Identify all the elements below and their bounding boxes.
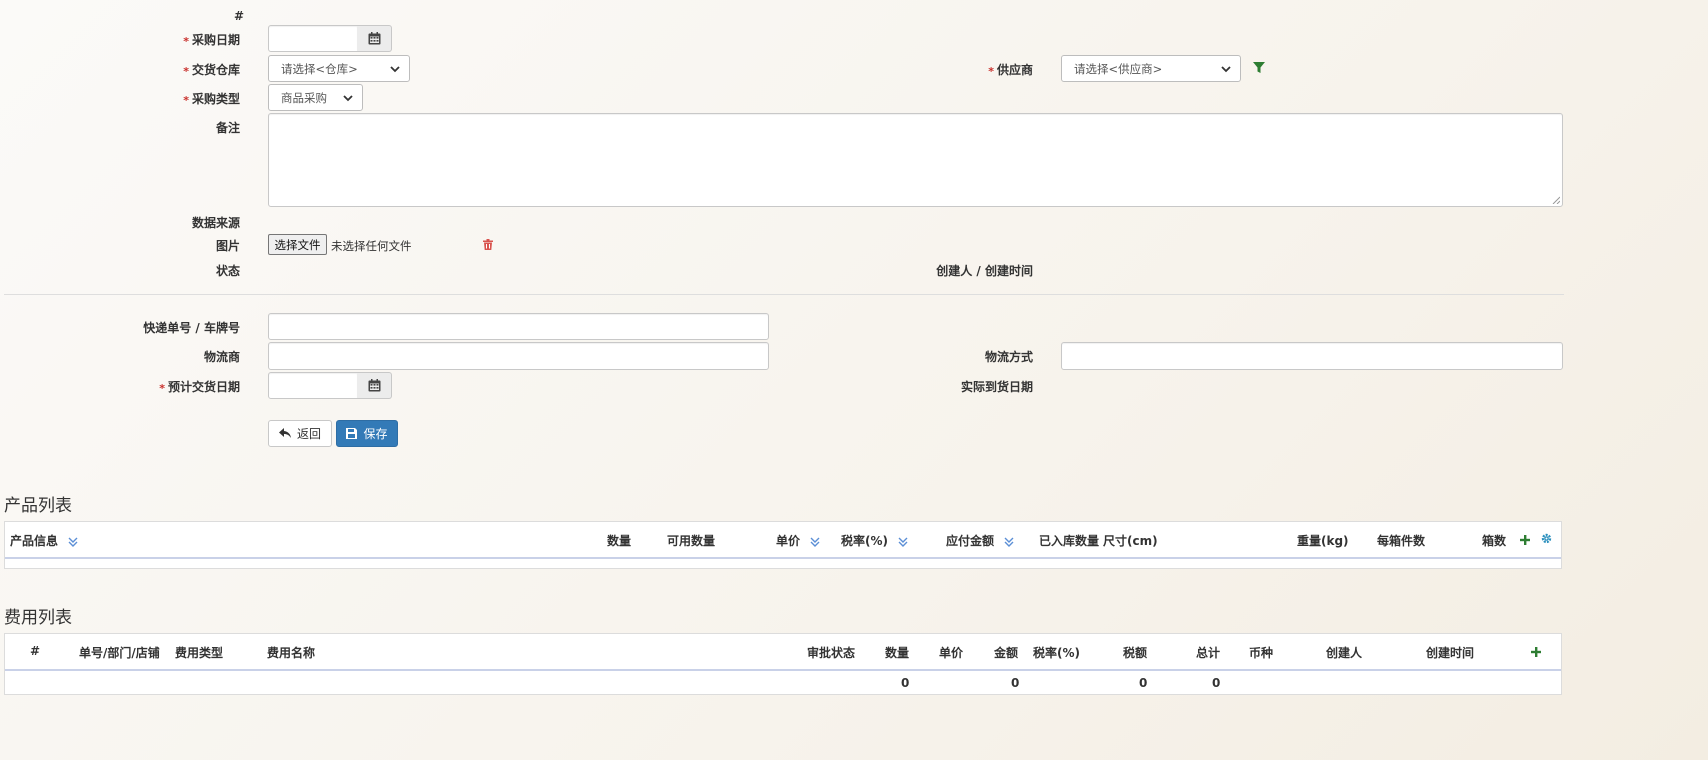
fee-col-approval: 审批状态 — [807, 646, 856, 660]
col-per-box: 每箱件数 — [1377, 534, 1426, 548]
col-boxes: 箱数 — [1482, 534, 1507, 548]
purchase-date-calendar-button[interactable] — [357, 25, 392, 52]
expected-date-calendar-button[interactable] — [357, 372, 392, 399]
purchase-type-select[interactable]: 商品采购 — [268, 84, 363, 111]
fee-col-tax: 税额 — [1123, 646, 1148, 660]
fee-table: # 单号/部门/店铺 费用类型 费用名称 审批状态 数量 单价 金额 税率(%)… — [4, 633, 1562, 695]
image-label: 图片 — [215, 239, 240, 253]
purchase-type-select-value: 商品采购 — [281, 90, 327, 105]
reply-arrow-icon — [278, 428, 291, 438]
fee-col-name: 费用名称 — [267, 646, 316, 660]
hash-label: # — [234, 9, 245, 23]
logistics-method-label: 物流方式 — [984, 350, 1033, 364]
purchase-type-label: * 采购类型 — [183, 92, 240, 107]
fee-grand-total: 0 — [1212, 676, 1221, 690]
required-mark: * — [183, 94, 189, 107]
col-size: 尺寸(cm) — [1103, 534, 1158, 548]
fee-col-price: 单价 — [939, 646, 964, 660]
required-mark: * — [988, 65, 994, 78]
col-tax-rate[interactable]: 税率(%) — [841, 532, 908, 549]
fee-list-title: 费用列表 — [4, 608, 72, 628]
sort-desc-icon[interactable] — [1004, 537, 1014, 547]
save-icon — [346, 428, 358, 439]
fee-col-amount: 金额 — [994, 646, 1019, 660]
file-status-text: 未选择任何文件 — [331, 239, 412, 253]
expected-date-label: * 预计交货日期 — [159, 380, 240, 395]
resize-handle-icon — [1552, 196, 1560, 204]
required-mark: * — [159, 382, 165, 395]
calendar-icon — [368, 32, 380, 45]
tracking-input[interactable] — [268, 313, 769, 340]
sort-desc-icon[interactable] — [898, 537, 908, 547]
status-label: 状态 — [215, 264, 240, 278]
add-fee-icon[interactable] — [1531, 646, 1541, 660]
sort-desc-icon[interactable] — [810, 537, 820, 547]
save-button[interactable]: 保存 — [336, 420, 398, 447]
required-mark: * — [183, 65, 189, 78]
chevron-down-icon — [1221, 65, 1231, 72]
remark-textarea[interactable] — [268, 113, 1563, 207]
product-table: 产品信息 数量 可用数量 单价 税率(%) 应付金额 已入库数量 尺寸(cm) … — [4, 521, 1562, 569]
col-qty: 数量 — [607, 534, 632, 548]
fee-table-header-border — [5, 669, 1561, 671]
filter-icon[interactable] — [1253, 62, 1265, 77]
fee-col-created-time: 创建时间 — [1426, 646, 1475, 660]
fee-total-qty: 0 — [901, 676, 910, 690]
chevron-down-icon — [343, 94, 353, 101]
col-unit-price[interactable]: 单价 — [776, 532, 820, 549]
data-source-label: 数据来源 — [191, 216, 240, 230]
creator-label: 创建人 / 创建时间 — [936, 264, 1033, 278]
purchase-date-input[interactable] — [268, 25, 358, 52]
sort-desc-icon[interactable] — [68, 537, 78, 547]
warehouse-label: * 交货仓库 — [183, 63, 240, 78]
logistics-method-input[interactable] — [1061, 342, 1563, 370]
col-product-info[interactable]: 产品信息 — [10, 532, 78, 549]
supplier-select[interactable]: 请选择<供应商> — [1061, 55, 1241, 82]
fee-col-tax-rate: 税率(%) — [1033, 646, 1080, 660]
add-product-icon[interactable] — [1520, 534, 1530, 548]
fee-col-total: 总计 — [1196, 646, 1221, 660]
fee-col-qty: 数量 — [885, 646, 910, 660]
section-divider — [4, 294, 1564, 295]
col-payable-amount[interactable]: 应付金额 — [946, 532, 1014, 549]
tracking-label: 快递单号 / 车牌号 — [143, 321, 240, 335]
choose-file-button[interactable]: 选择文件 — [268, 234, 327, 255]
product-list-title: 产品列表 — [4, 496, 72, 516]
product-table-header-border — [5, 557, 1561, 559]
fee-col-order: 单号/部门/店铺 — [79, 646, 160, 660]
carrier-input[interactable] — [268, 342, 769, 370]
col-received-qty: 已入库数量 — [1039, 534, 1100, 548]
required-mark: * — [183, 35, 189, 48]
back-button[interactable]: 返回 — [268, 420, 332, 447]
calendar-icon — [368, 379, 380, 392]
supplier-select-value: 请选择<供应商> — [1074, 61, 1163, 76]
fee-col-type: 费用类型 — [175, 646, 224, 660]
trash-icon[interactable] — [483, 239, 493, 253]
fee-col-currency: 币种 — [1249, 646, 1274, 660]
fee-col-hash: # — [30, 644, 41, 658]
col-weight: 重量(kg) — [1297, 534, 1349, 548]
fee-col-creator: 创建人 — [1326, 646, 1363, 660]
col-available-qty: 可用数量 — [667, 534, 716, 548]
warehouse-select-value: 请选择<仓库> — [281, 61, 358, 76]
fee-total-amount: 0 — [1011, 676, 1020, 690]
carrier-label: 物流商 — [203, 350, 240, 364]
remark-label: 备注 — [215, 121, 240, 135]
chevron-down-icon — [390, 65, 400, 72]
supplier-label: * 供应商 — [988, 63, 1033, 78]
warehouse-select[interactable]: 请选择<仓库> — [268, 55, 410, 82]
fee-total-tax: 0 — [1139, 676, 1148, 690]
actual-date-label: 实际到货日期 — [960, 380, 1033, 394]
expected-date-input[interactable] — [268, 372, 358, 399]
gear-icon[interactable] — [1541, 533, 1552, 547]
purchase-date-label: * 采购日期 — [183, 33, 240, 48]
